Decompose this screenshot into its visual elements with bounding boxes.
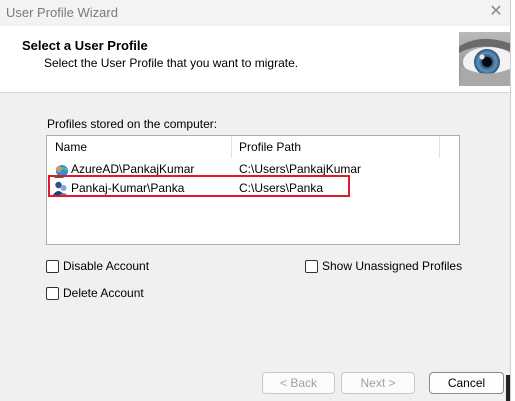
delete-account-label: Delete Account bbox=[63, 286, 144, 300]
delete-account-checkbox[interactable]: Delete Account bbox=[46, 286, 144, 300]
disable-account-label: Disable Account bbox=[63, 259, 150, 273]
profiles-group-label: Profiles stored on the computer: bbox=[47, 117, 218, 131]
checkbox-box[interactable] bbox=[305, 259, 318, 273]
wizard-header: Select a User Profile Select the User Pr… bbox=[0, 26, 510, 93]
wizard-window: User Profile Wizard ✕ Select a User Prof… bbox=[0, 0, 511, 401]
cancel-button[interactable]: Cancel bbox=[429, 372, 504, 394]
show-unassigned-profiles-label: Show Unassigned Profiles bbox=[322, 259, 463, 273]
profile-name: AzureAD\PankajKumar bbox=[71, 162, 195, 176]
show-unassigned-profiles-checkbox[interactable]: Show Unassigned Profiles bbox=[305, 259, 462, 273]
next-button[interactable]: Next > bbox=[341, 372, 415, 394]
eye-graphic-icon bbox=[459, 32, 510, 86]
column-header-name[interactable]: Name bbox=[47, 136, 232, 158]
page-title: Select a User Profile bbox=[22, 38, 148, 53]
checkbox-box[interactable] bbox=[46, 259, 59, 273]
disable-account-checkbox[interactable]: Disable Account bbox=[46, 259, 149, 273]
window-title: User Profile Wizard bbox=[6, 5, 118, 20]
checkbox-box[interactable] bbox=[46, 286, 59, 300]
edge-bar bbox=[506, 375, 510, 401]
page-subtitle: Select the User Profile that you want to… bbox=[44, 56, 299, 70]
column-header-profile-path[interactable]: Profile Path bbox=[232, 136, 440, 158]
profile-path: C:\Users\PankajKumar bbox=[239, 162, 362, 176]
close-icon[interactable]: ✕ bbox=[486, 2, 506, 22]
selection-highlight-box bbox=[48, 175, 350, 197]
title-bar: User Profile Wizard ✕ bbox=[0, 0, 510, 26]
back-button[interactable]: < Back bbox=[262, 372, 335, 394]
